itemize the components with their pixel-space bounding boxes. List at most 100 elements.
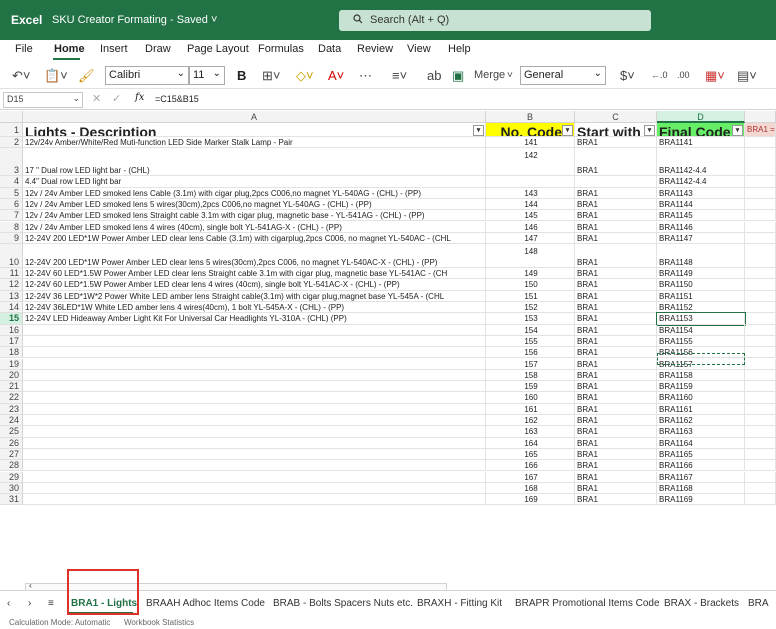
row-header[interactable]: 18 xyxy=(0,347,23,359)
conditional-format-icon[interactable]: ▦˅ xyxy=(705,68,725,84)
cell-c[interactable]: BRA1 xyxy=(575,210,657,222)
row-header[interactable]: 13 xyxy=(0,290,23,302)
font-name-select[interactable]: Calibri ⌄ xyxy=(105,66,189,85)
cell-b[interactable]: 148 xyxy=(486,244,575,269)
cell-a[interactable] xyxy=(23,494,486,506)
row-header[interactable]: 5 xyxy=(0,187,23,199)
cell-d[interactable]: BRA1151 xyxy=(657,290,745,302)
fx-icon[interactable]: fx xyxy=(135,92,144,103)
cell-d[interactable]: BRA1144 xyxy=(657,198,745,211)
cell-b[interactable]: 160 xyxy=(486,392,575,404)
cell-e[interactable] xyxy=(745,148,776,177)
cell-a[interactable] xyxy=(23,471,486,483)
cell-d[interactable]: BRA1142-4.4 xyxy=(657,176,745,188)
format-table-icon[interactable]: ▤˅ xyxy=(737,68,757,84)
cell-b[interactable]: 159 xyxy=(486,381,575,393)
cell-c[interactable]: BRA1 xyxy=(575,494,657,506)
cell-c[interactable]: BRA1 xyxy=(575,448,657,461)
filter-dropdown-icon[interactable]: ▾ xyxy=(562,125,573,136)
cell-c[interactable]: BRA1 xyxy=(575,221,657,233)
cell-a[interactable] xyxy=(23,358,486,370)
cell-e[interactable] xyxy=(745,279,776,291)
cell-c[interactable]: BRA1 xyxy=(575,198,657,211)
cell-b[interactable]: 161 xyxy=(486,403,575,415)
cell-c[interactable]: BRA1 xyxy=(575,381,657,393)
cell-a[interactable]: 12-24V 60 LED*1.5W Power Amber LED clear… xyxy=(23,279,486,291)
row-header[interactable]: 29 xyxy=(0,471,23,483)
cell-b[interactable]: 150 xyxy=(486,279,575,291)
cell-d[interactable]: BRA1163 xyxy=(657,426,745,438)
chevron-down-icon[interactable]: ˅ xyxy=(507,70,513,81)
cell-c[interactable]: BRA1 xyxy=(575,471,657,483)
cell-d[interactable]: BRA1165 xyxy=(657,448,745,461)
row-header[interactable]: 8 xyxy=(0,221,23,233)
cell-a[interactable]: 12v / 24v Amber LED smoked lens Straight… xyxy=(23,210,486,222)
cell-b[interactable]: 168 xyxy=(486,482,575,495)
filter-dropdown-icon[interactable]: ▾ xyxy=(644,125,655,136)
header-cell-c[interactable]: Start with ▾ xyxy=(575,123,657,137)
wrap-text-icon[interactable]: ab xyxy=(427,68,441,83)
row-header[interactable]: 12 xyxy=(0,279,23,291)
row-header[interactable]: 9 xyxy=(0,232,23,245)
row-header[interactable]: 26 xyxy=(0,437,23,449)
cell-b[interactable]: 143 xyxy=(486,187,575,199)
cell-e[interactable] xyxy=(745,403,776,415)
row-header[interactable]: 1 xyxy=(0,123,23,137)
filter-dropdown-icon[interactable]: ▾ xyxy=(732,125,743,136)
cell-c[interactable]: BRA1 xyxy=(575,347,657,359)
cell-e[interactable] xyxy=(745,358,776,370)
menu-draw[interactable]: Draw xyxy=(145,43,171,55)
cell-b[interactable]: 162 xyxy=(486,415,575,427)
cell-a[interactable] xyxy=(23,403,486,415)
cell-d[interactable]: BRA1168 xyxy=(657,482,745,495)
cell-a[interactable] xyxy=(23,415,486,427)
cell-e[interactable] xyxy=(745,494,776,506)
cell-b[interactable] xyxy=(486,176,575,188)
format-painter-icon[interactable]: 🖌 xyxy=(78,68,95,84)
paste-icon[interactable]: 📋˅ xyxy=(44,68,68,84)
cell-a[interactable]: 12v / 24v Amber LED smoked lens 5 wires(… xyxy=(23,198,486,211)
cell-a[interactable] xyxy=(23,426,486,438)
cell-d[interactable]: BRA1156 xyxy=(657,347,745,359)
cell-a[interactable]: 12-24V 200 LED*1W Power Amber LED clear … xyxy=(23,244,486,269)
cell-d[interactable]: BRA1160 xyxy=(657,392,745,404)
row-header[interactable]: 3 xyxy=(0,148,23,177)
sheet-tab-brab[interactable]: BRAB - Bolts Spacers Nuts etc. xyxy=(273,598,413,609)
cell-e[interactable] xyxy=(745,221,776,233)
cell-d[interactable]: BRA1152 xyxy=(657,302,745,314)
cell-e[interactable] xyxy=(745,471,776,483)
cell-a[interactable] xyxy=(23,369,486,382)
cell-b[interactable]: 146 xyxy=(486,221,575,233)
more-options-icon[interactable]: ⋯ xyxy=(359,68,372,84)
cell-a[interactable] xyxy=(23,392,486,404)
cell-a[interactable] xyxy=(23,482,486,495)
cell-c[interactable]: BRA1 xyxy=(575,358,657,370)
cell-e[interactable] xyxy=(745,198,776,211)
column-header-c[interactable]: C xyxy=(575,111,657,123)
row-header[interactable]: 14 xyxy=(0,302,23,314)
row-header[interactable]: 30 xyxy=(0,482,23,495)
cell-c[interactable]: BRA1 xyxy=(575,244,657,269)
cell-c[interactable]: BRA1 xyxy=(575,313,657,325)
cell-b[interactable]: 154 xyxy=(486,324,575,336)
row-header[interactable]: 23 xyxy=(0,403,23,415)
cell-e[interactable] xyxy=(745,369,776,382)
cell-a[interactable]: 4.4" Dual row LED light bar xyxy=(23,176,486,188)
row-header[interactable]: 7 xyxy=(0,210,23,222)
cell-d[interactable]: BRA1147 xyxy=(657,232,745,245)
scroll-left-icon[interactable]: ‹ xyxy=(29,581,32,590)
row-header[interactable]: 21 xyxy=(0,381,23,393)
row-header[interactable]: 16 xyxy=(0,324,23,336)
row-header[interactable]: 15 xyxy=(0,313,23,325)
cell-c[interactable]: BRA1 xyxy=(575,403,657,415)
cell-d[interactable]: BRA1141 xyxy=(657,137,745,149)
cell-c[interactable]: BRA1 xyxy=(575,148,657,177)
row-header[interactable]: 17 xyxy=(0,335,23,348)
cell-d[interactable]: BRA1150 xyxy=(657,279,745,291)
select-all-corner[interactable] xyxy=(0,111,23,123)
cell-d[interactable]: BRA1154 xyxy=(657,324,745,336)
cell-a[interactable] xyxy=(23,437,486,449)
cell-d[interactable]: BRA1159 xyxy=(657,381,745,393)
cell-a[interactable] xyxy=(23,347,486,359)
cell-e[interactable] xyxy=(745,448,776,461)
